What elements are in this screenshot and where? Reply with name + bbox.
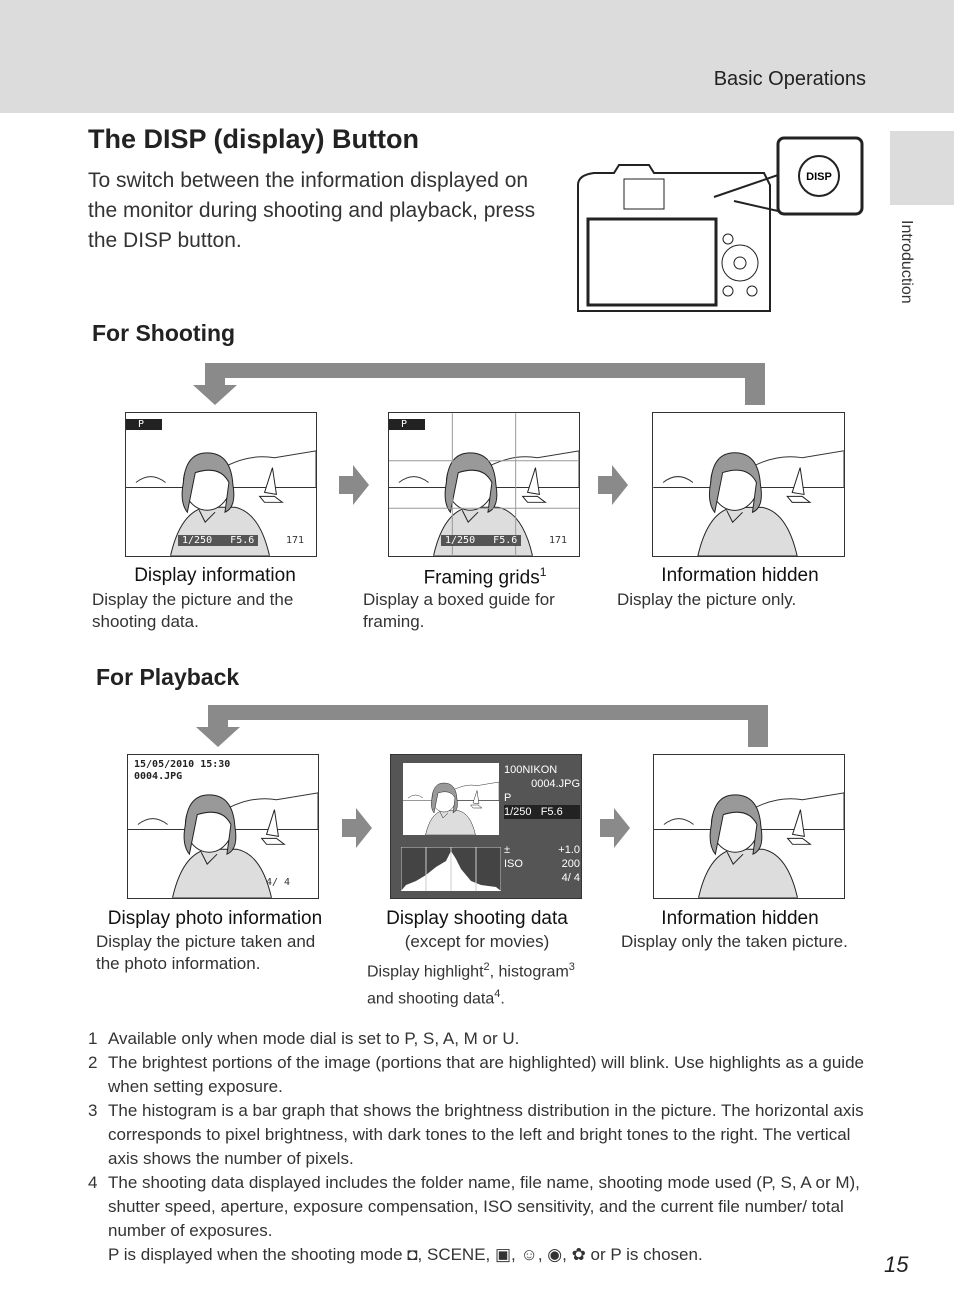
thumb-photo-info: 15/05/2010 15:30 0004.JPG 4/ 4 — [127, 754, 319, 899]
thumb-shooting-data: 100NIKON 0004.JPG P 1/250 F5.6 ± +1.0 ISO… — [390, 754, 582, 899]
footnote: 2 The brightest portions of the image (po… — [88, 1053, 864, 1096]
thumb-info-hidden — [652, 412, 845, 557]
exposure-readout: 1/250 F5.6 — [178, 535, 259, 546]
histogram — [401, 847, 501, 891]
mode-title: Display information — [134, 565, 296, 586]
page-header — [0, 0, 954, 113]
mode-desc: Display only the taken picture. — [621, 932, 848, 951]
thumb-display-info: P 1/250 F5.6 171 — [125, 412, 317, 557]
footnote: 1 Available only when mode dial is set to… — [88, 1029, 520, 1048]
arrow-right-icon — [598, 465, 628, 505]
disp-button-label: DISP — [806, 171, 832, 183]
file-number: 4/ 4 — [266, 877, 291, 888]
section-title: Basic Operations — [713, 68, 866, 90]
arrow-right-icon — [339, 465, 369, 505]
photo-datetime: 15/05/2010 15:30 0004.JPG — [134, 759, 231, 782]
mode-title: Display photo information — [107, 908, 323, 929]
cycle-arrow-shaft — [208, 705, 228, 727]
intro-text: To switch between the information displa… — [88, 169, 536, 252]
mode-desc: Display the picture taken and the photo … — [96, 932, 316, 973]
shooting-heading: For Shooting — [92, 320, 236, 346]
playback-heading: For Playback — [96, 664, 240, 690]
mode-title: Framing grids1 — [423, 565, 547, 589]
exposure-readout: 1/250 F5.6 — [441, 535, 522, 546]
chapter-label: Introduction — [898, 220, 915, 304]
exposures-remaining: 171 — [286, 535, 305, 546]
arrow-right-icon — [600, 808, 630, 848]
shooting-data: 100NIKON 0004.JPG P 1/250 F5.6 ± +1.0 ISO… — [504, 764, 580, 884]
arrow-right-icon — [342, 808, 372, 848]
arrow-down-icon — [196, 727, 240, 747]
mode-title: Display shooting data — [386, 908, 568, 929]
mode-desc: Display the picture only. — [617, 590, 797, 609]
mode-indicator: P — [389, 419, 425, 430]
mode-title: Information hidden — [661, 565, 819, 586]
cycle-arrow-tail — [748, 705, 768, 747]
mode-title: Information hidden — [661, 908, 819, 929]
exposure-comp-icon: ± — [504, 844, 511, 856]
thumb-framing-grid: P 1/250 F5.6 171 — [388, 412, 580, 557]
mode-desc: Display highlight2, histogram3 and shoot… — [367, 961, 575, 1008]
cycle-arrow-bar — [208, 705, 768, 720]
cycle-arrow-shaft — [205, 363, 225, 385]
chapter-tab[interactable] — [890, 131, 954, 205]
cycle-arrow-bar — [205, 363, 765, 378]
camera-illustration: DISP — [577, 136, 864, 312]
page-title: The DISP (display) Button — [88, 124, 420, 154]
mode-indicator: P — [126, 419, 162, 430]
arrow-down-icon — [193, 385, 237, 405]
mode-subtitle: (except for movies) — [404, 932, 550, 951]
thumb-info-hidden — [653, 754, 845, 899]
cycle-arrow-tail — [745, 363, 765, 405]
footnote: 4 The shooting data displayed includes th… — [88, 1173, 860, 1264]
footnote: 3 The histogram is a bar graph that shows… — [88, 1101, 864, 1168]
page-number: 15 — [884, 1252, 909, 1277]
exposures-remaining: 171 — [549, 535, 568, 546]
mode-desc: Display the picture and the shooting dat… — [92, 590, 294, 631]
mode-desc: Display a boxed guide for framing. — [363, 590, 555, 631]
